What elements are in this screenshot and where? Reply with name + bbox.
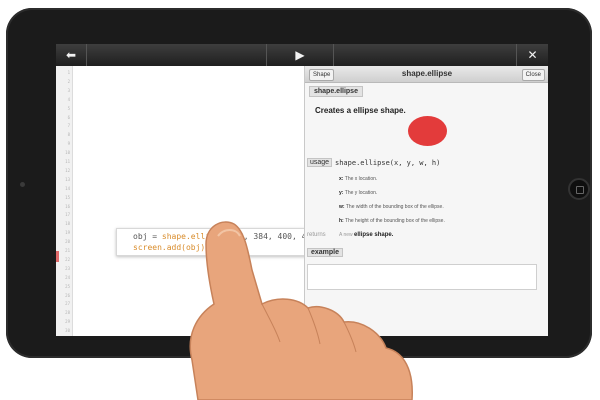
line-number-gutter: 1 2 3 4 5 6 7 8 9 10 11 12 13 14 15 16 17 18 19 20 21 22 23 24 2…: [56, 66, 73, 336]
line-number: 15: [65, 194, 70, 200]
param-text: The x location.: [344, 176, 378, 182]
line-number: 22: [65, 256, 70, 262]
tablet-device: ⬅ ▶ ✕ 1 2 3 4 5 6 7 8 9 10 11 12 13 14 15 16 17 18 19 20 21 2…: [6, 8, 592, 358]
param-name: y:: [339, 190, 344, 196]
shape-button[interactable]: Shape: [309, 69, 335, 81]
line-number: 30: [65, 328, 70, 334]
example-label: example: [307, 248, 344, 257]
usage-signature: shape.ellipse(x, y, w, h): [335, 159, 441, 167]
line-number: 26: [65, 292, 70, 298]
docs-panel: shape.ellipse Shape Close shape.ellipse …: [304, 66, 548, 336]
docs-title-bar: shape.ellipse Shape Close: [305, 66, 548, 83]
back-button[interactable]: ⬅: [56, 44, 86, 66]
param-w: w: The width of the bounding box of the …: [339, 204, 444, 210]
run-button[interactable]: ▶: [267, 44, 333, 66]
param-text: The width of the bounding box of the ell…: [345, 204, 444, 210]
returns-label: returns: [307, 232, 326, 238]
line-number: 27: [65, 301, 70, 307]
returns-text: A new ellipse shape.: [339, 232, 393, 238]
top-toolbar: ⬅ ▶ ✕: [56, 44, 548, 66]
line-number: 19: [65, 230, 70, 236]
param-y: y: The y location.: [339, 190, 377, 196]
code-editor[interactable]: 1 2 3 4 5 6 7 8 9 10 11 12 13 14 15 16 17 18 19 20 21 22 23 24 2…: [56, 66, 304, 336]
tools-icon: ✕: [527, 48, 538, 62]
line-number: 8: [67, 132, 70, 138]
example-box[interactable]: [307, 264, 537, 290]
play-icon: ▶: [295, 48, 305, 62]
line-number: 2: [67, 78, 70, 84]
usage-label: usage: [307, 158, 333, 167]
line-number: 3: [67, 87, 70, 93]
line-number: 23: [65, 265, 70, 271]
toolbar-divider: [333, 44, 334, 66]
param-x: x: The x location.: [339, 176, 377, 182]
camera-icon: [20, 182, 25, 187]
line-number: 4: [67, 96, 70, 102]
ellipse-preview: [408, 116, 447, 146]
code-function: shape.ellipse: [161, 232, 225, 241]
line-number: 5: [67, 105, 70, 111]
tools-button[interactable]: ✕: [517, 44, 548, 66]
line-number: 20: [65, 239, 70, 245]
toolbar-divider: [86, 44, 87, 66]
app-screen: ⬅ ▶ ✕ 1 2 3 4 5 6 7 8 9 10 11 12 13 14 15 16 17 18 19 20 21 2…: [56, 44, 548, 336]
line-number: 17: [65, 212, 70, 218]
line-number: 25: [65, 283, 70, 289]
code-line-2: screen.add(obj): [133, 243, 206, 252]
line-number: 24: [65, 274, 70, 280]
line-number: 1: [67, 70, 70, 75]
line-number: 6: [67, 114, 70, 120]
home-button[interactable]: [568, 178, 590, 200]
returns-value: ellipse shape.: [354, 232, 394, 238]
line-number: 29: [65, 319, 70, 325]
param-h: h: The height of the bounding box of the…: [339, 218, 445, 224]
line-number: 7: [67, 123, 70, 129]
line-number: 14: [65, 185, 70, 191]
param-text: The height of the bounding box of the el…: [345, 218, 445, 224]
docs-title: shape.ellipse: [401, 69, 453, 78]
line-number: 21: [65, 248, 70, 253]
line-number: 11: [65, 159, 70, 164]
line-number: 16: [65, 203, 70, 209]
param-name: h:: [339, 218, 344, 224]
line-number: 12: [65, 167, 70, 173]
line-number: 13: [65, 176, 70, 182]
line-number: 18: [65, 221, 70, 227]
returns-prefix: A new: [339, 232, 353, 238]
line-number: 28: [65, 310, 70, 316]
param-text: The y location.: [344, 190, 378, 196]
line-number: 10: [65, 150, 70, 156]
function-description: Creates a ellipse shape.: [315, 106, 406, 115]
code-text: obj =: [133, 232, 162, 241]
param-name: w:: [339, 204, 345, 210]
param-name: x:: [339, 176, 344, 182]
back-arrow-icon: ⬅: [65, 48, 77, 62]
close-button[interactable]: Close: [521, 69, 545, 81]
line-number: 9: [67, 141, 70, 147]
function-badge: shape.ellipse: [309, 86, 363, 97]
